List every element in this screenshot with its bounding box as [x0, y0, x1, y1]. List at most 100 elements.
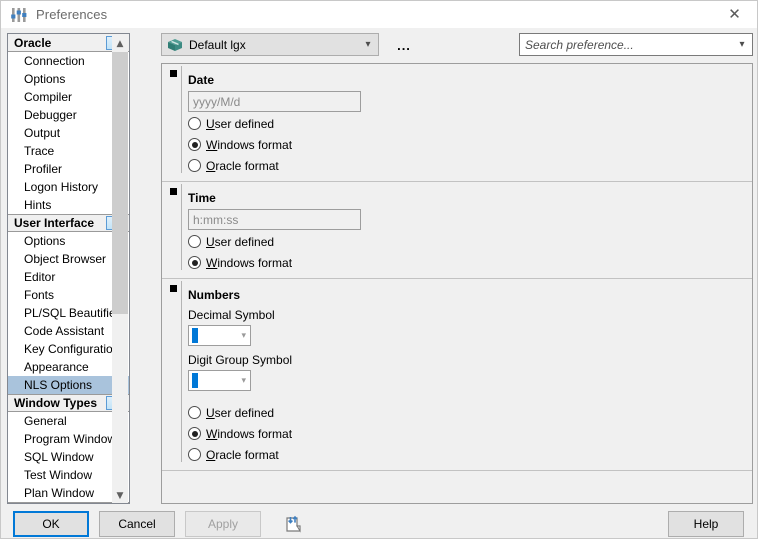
- sidebar-item-ui-options[interactable]: Options: [8, 232, 129, 250]
- chevron-down-icon[interactable]: ▼: [112, 487, 128, 503]
- radio-label-rest: ser defined: [214, 116, 275, 131]
- sidebar-item-options[interactable]: Options: [8, 70, 129, 88]
- sidebar-item-sql-window[interactable]: SQL Window: [8, 448, 129, 466]
- section-numbers: Numbers Decimal Symbol ▾ Digit Group Sym…: [162, 279, 752, 464]
- section-title-time: Time: [188, 191, 216, 205]
- sidebar-item-plsql-beautifier[interactable]: PL/SQL Beautifier: [8, 304, 129, 322]
- sidebar-item-appearance[interactable]: Appearance: [8, 358, 129, 376]
- ok-button[interactable]: OK: [13, 511, 89, 537]
- radio-label: Windows format: [206, 256, 292, 270]
- time-format-placeholder: h:mm:ss: [193, 212, 239, 227]
- radio-icon[interactable]: [188, 159, 201, 172]
- sidebar-item-plan-window[interactable]: Plan Window: [8, 484, 129, 502]
- radio-date-windows-format[interactable]: Windows format: [188, 135, 752, 154]
- profile-combo-value: Default lgx: [189, 37, 246, 52]
- profile-combo[interactable]: Default lgx ▾: [161, 33, 379, 56]
- sidebar-group-label: Window Types: [14, 396, 98, 410]
- radio-icon[interactable]: [188, 138, 201, 151]
- radio-date-oracle-format[interactable]: Oracle format: [188, 156, 752, 175]
- sidebar-group-header-window-types[interactable]: Window Types: [8, 394, 129, 412]
- sidebar-item-code-assistant[interactable]: Code Assistant: [8, 322, 129, 340]
- sidebar-item-test-window[interactable]: Test Window: [8, 466, 129, 484]
- sidebar-item-nls-options[interactable]: NLS Options: [8, 376, 129, 394]
- mnemonic: O: [206, 158, 216, 173]
- radio-numbers-windows-format[interactable]: Windows format: [188, 424, 752, 443]
- import-export-icon[interactable]: [284, 514, 304, 534]
- preferences-window: Preferences ✕ Oracle Connection Options …: [0, 0, 758, 539]
- sidebar-item-debugger[interactable]: Debugger: [8, 106, 129, 124]
- sidebar-item-object-browser[interactable]: Object Browser: [8, 250, 129, 268]
- mnemonic: W: [206, 255, 218, 270]
- cancel-button[interactable]: Cancel: [99, 511, 175, 537]
- radio-numbers-oracle-format[interactable]: Oracle format: [188, 445, 752, 464]
- radio-icon[interactable]: [188, 427, 201, 440]
- collapse-toggle-icon[interactable]: [170, 70, 177, 77]
- sidebar-item-general[interactable]: General: [8, 412, 129, 430]
- sidebar-group-label: User Interface: [14, 216, 95, 230]
- chevron-down-icon[interactable]: ▾: [241, 371, 246, 390]
- sidebar-item-fonts[interactable]: Fonts: [8, 286, 129, 304]
- decimal-symbol-select[interactable]: ▾: [188, 325, 251, 346]
- mnemonic: W: [206, 137, 218, 152]
- date-format-placeholder: yyyy/M/d: [193, 94, 241, 109]
- radio-time-windows-format[interactable]: Windows format: [188, 253, 752, 272]
- selection-highlight: [192, 373, 198, 388]
- sidebar-item-profiler[interactable]: Profiler: [8, 160, 129, 178]
- search-input[interactable]: Search preference... ▾: [519, 33, 753, 56]
- sidebar-scrollbar[interactable]: ▲ ▼: [112, 35, 128, 503]
- digit-group-symbol-select[interactable]: ▾: [188, 370, 251, 391]
- radio-label-rest: indows format: [217, 426, 293, 441]
- sidebar-item-program-window[interactable]: Program Window: [8, 430, 129, 448]
- radio-numbers-user-defined[interactable]: User defined: [188, 403, 752, 422]
- sidebar-item-editor[interactable]: Editor: [8, 268, 129, 286]
- sidebar-item-key-configuration[interactable]: Key Configuration: [8, 340, 129, 358]
- radio-label: Windows format: [206, 427, 292, 441]
- radio-label: Oracle format: [206, 448, 279, 462]
- chevron-down-icon[interactable]: ▾: [732, 39, 752, 50]
- window-title: Preferences: [36, 7, 108, 22]
- section-title-numbers: Numbers: [188, 288, 241, 302]
- sidebar-item-connection[interactable]: Connection: [8, 52, 129, 70]
- collapse-toggle-icon[interactable]: [170, 285, 177, 292]
- sidebar-group-header-tools[interactable]: Tools: [8, 502, 129, 503]
- radio-label-rest: ser defined: [214, 234, 275, 249]
- radio-time-user-defined[interactable]: User defined: [188, 232, 752, 251]
- sidebar-item-compiler[interactable]: Compiler: [8, 88, 129, 106]
- chevron-down-icon[interactable]: ▾: [358, 39, 378, 50]
- radio-icon[interactable]: [188, 448, 201, 461]
- sliders-icon: [10, 6, 28, 24]
- apply-button[interactable]: Apply: [185, 511, 261, 537]
- sidebar-item-logon-history[interactable]: Logon History: [8, 178, 129, 196]
- radio-icon[interactable]: [188, 117, 201, 130]
- sidebar-item-trace[interactable]: Trace: [8, 142, 129, 160]
- radio-label: User defined: [206, 117, 274, 131]
- sidebar-item-output[interactable]: Output: [8, 124, 129, 142]
- help-button[interactable]: Help: [668, 511, 744, 537]
- collapse-toggle-icon[interactable]: [170, 188, 177, 195]
- radio-date-user-defined[interactable]: User defined: [188, 114, 752, 133]
- radio-icon[interactable]: [188, 235, 201, 248]
- close-icon[interactable]: ✕: [712, 1, 757, 28]
- date-format-input[interactable]: yyyy/M/d: [188, 91, 361, 112]
- category-sidebar[interactable]: Oracle Connection Options Compiler Debug…: [7, 33, 130, 504]
- scrollbar-thumb[interactable]: [112, 52, 128, 314]
- more-options-button[interactable]: ...: [393, 35, 415, 53]
- group-rail: [181, 281, 182, 462]
- time-format-input[interactable]: h:mm:ss: [188, 209, 361, 230]
- chevron-up-icon[interactable]: ▲: [112, 35, 128, 52]
- mnemonic: U: [206, 234, 215, 249]
- mnemonic: U: [206, 116, 215, 131]
- package-icon: [167, 38, 183, 52]
- sidebar-item-hints[interactable]: Hints: [8, 196, 129, 214]
- radio-icon[interactable]: [188, 256, 201, 269]
- radio-label-rest: indows format: [217, 255, 293, 270]
- radio-icon[interactable]: [188, 406, 201, 419]
- sidebar-group-header-oracle[interactable]: Oracle: [8, 34, 129, 52]
- scrollbar-track[interactable]: [112, 52, 128, 487]
- chevron-down-icon[interactable]: ▾: [241, 326, 246, 345]
- section-divider: [162, 470, 752, 471]
- sidebar-group-header-user-interface[interactable]: User Interface: [8, 214, 129, 232]
- radio-label-rest: racle format: [215, 447, 279, 462]
- label-digit-group-symbol: Digit Group Symbol: [188, 353, 293, 367]
- radio-label-rest: indows format: [217, 137, 293, 152]
